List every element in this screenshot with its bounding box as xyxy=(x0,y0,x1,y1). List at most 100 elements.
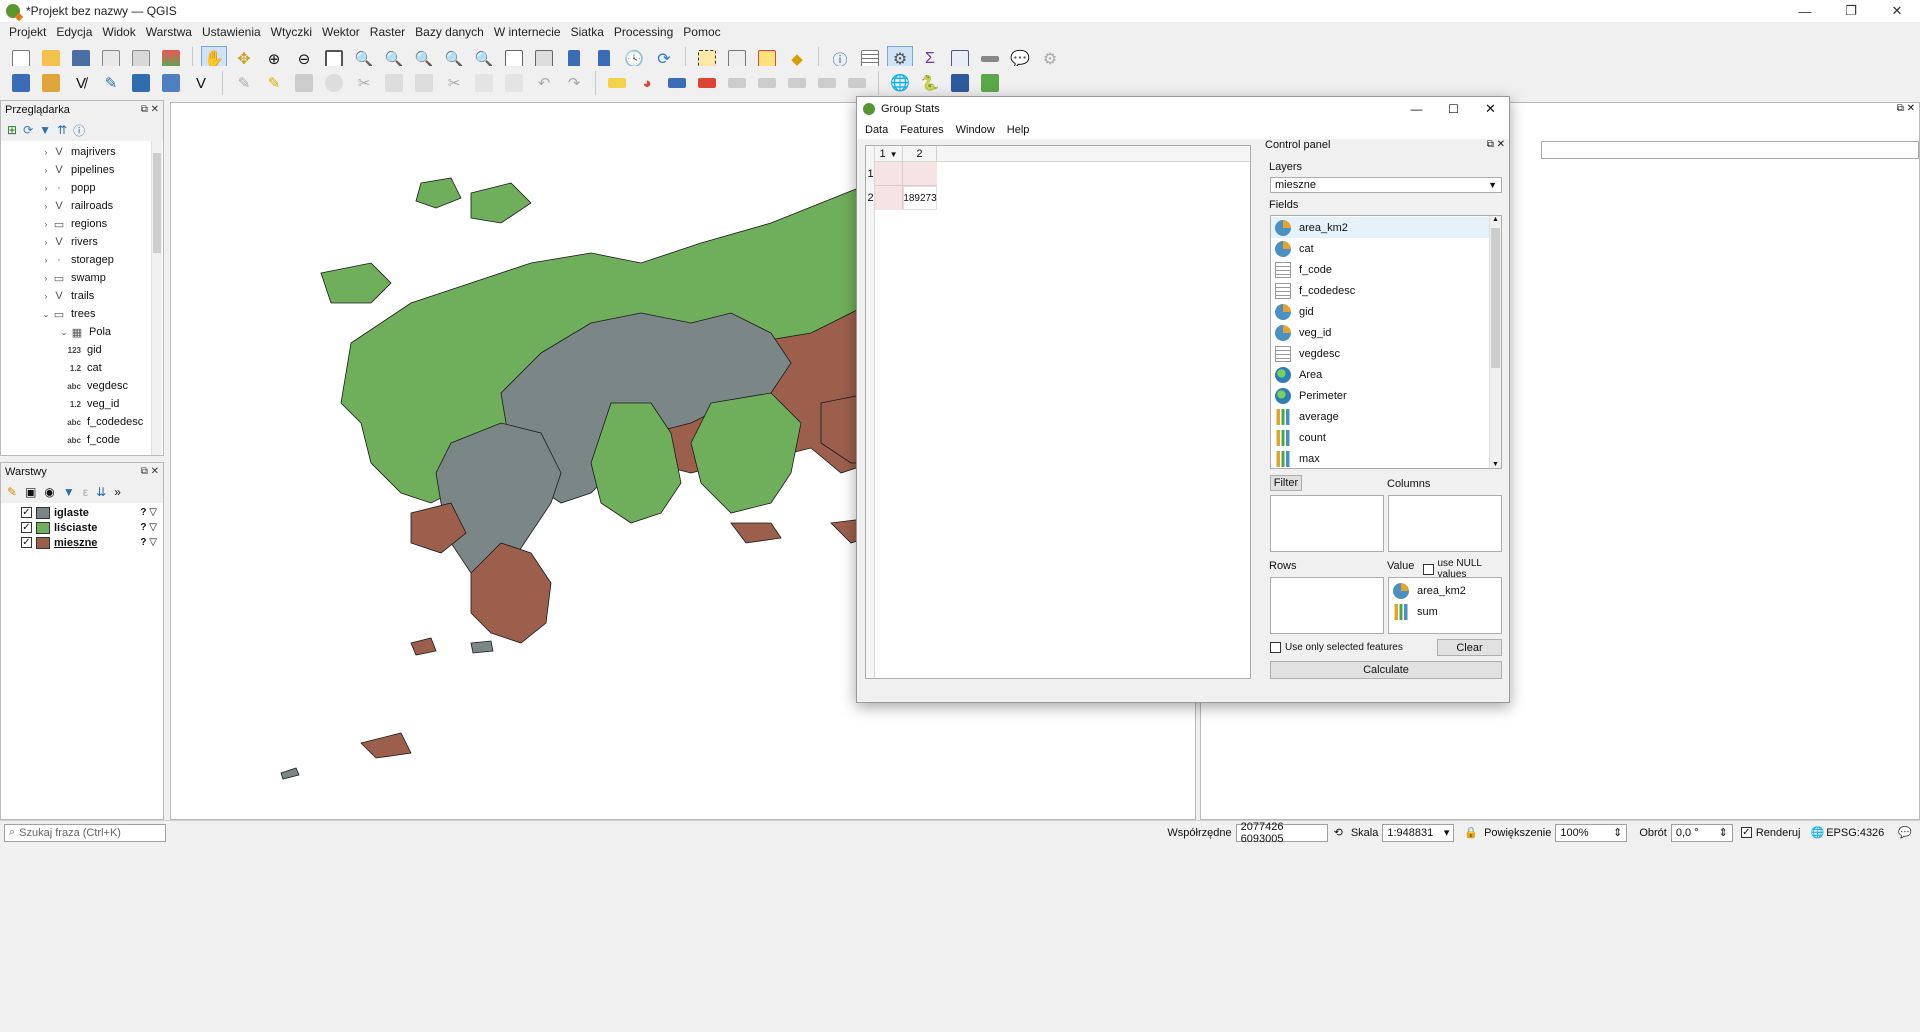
expand-caret-icon[interactable]: › xyxy=(41,256,51,265)
row-header-2[interactable]: 2 xyxy=(866,186,875,210)
menu-item[interactable]: Wektor xyxy=(317,25,365,39)
expand-caret-icon[interactable]: › xyxy=(41,202,51,211)
browser-item[interactable]: › Vrailroads xyxy=(1,197,163,215)
field-list-item[interactable]: veg_id xyxy=(1271,322,1489,343)
menu-item[interactable]: Projekt xyxy=(4,25,51,39)
lock-scale-icon[interactable]: 🔒 xyxy=(1464,826,1478,839)
add-raster-layer-icon[interactable] xyxy=(128,70,154,96)
panel-float-close-icon[interactable]: ⧉ ✕ xyxy=(1487,139,1505,150)
minimize-button[interactable]: — xyxy=(1398,97,1435,121)
field-list-item[interactable]: area_km2 xyxy=(1271,217,1489,238)
browser-item[interactable]: › · storagep xyxy=(1,251,163,269)
menu-item[interactable]: Pomoc xyxy=(678,25,725,39)
gs-menu-item[interactable]: Help xyxy=(1003,124,1034,136)
table-cell[interactable] xyxy=(903,162,937,186)
menu-item[interactable]: Raster xyxy=(365,25,410,39)
add-wms-layer-icon[interactable] xyxy=(158,70,184,96)
menu-item[interactable]: Edycja xyxy=(51,25,97,39)
vertex-tool-icon[interactable]: ✂ xyxy=(351,70,377,96)
column-header-1[interactable]: 1 ▼ xyxy=(875,146,903,162)
right-dock-input[interactable] xyxy=(1541,141,1919,159)
expand-caret-icon[interactable]: ⌄ xyxy=(59,328,69,337)
messages-icon[interactable]: 💬 xyxy=(1898,826,1912,839)
field-list-item[interactable]: average xyxy=(1271,406,1489,427)
pin-labels-icon[interactable] xyxy=(664,70,690,96)
zoom-spinbox[interactable]: 100% ⇕ xyxy=(1555,823,1628,842)
menu-item[interactable]: Siatka xyxy=(566,25,609,39)
panel-float-close-icon[interactable]: ⧉ ✕ xyxy=(1897,103,1915,114)
results-table[interactable]: 1 ▼ 2 1 2 189273 xyxy=(865,145,1251,679)
toggle-editing-icon[interactable]: ✎ xyxy=(261,70,287,96)
crs-icon[interactable]: 🌐 xyxy=(1811,826,1825,839)
expand-caret-icon[interactable]: › xyxy=(41,220,51,229)
crs-label[interactable]: EPSG:4326 xyxy=(1826,827,1884,839)
menu-item[interactable]: W internecie xyxy=(489,25,566,39)
browser-item[interactable]: ⌄ ▭ trees xyxy=(1,305,163,323)
use-null-values-checkbox[interactable] xyxy=(1423,563,1434,575)
field-item[interactable]: 1.2 veg_id xyxy=(1,395,163,413)
table-cell[interactable] xyxy=(875,186,903,210)
browser-item[interactable]: › ▭ regions xyxy=(1,215,163,233)
layer-select[interactable]: mieszne ▼ xyxy=(1270,177,1502,193)
browser-item[interactable]: › ▭ swamp xyxy=(1,269,163,287)
field-list-item[interactable]: Area xyxy=(1271,364,1489,385)
expand-caret-icon[interactable]: › xyxy=(41,166,51,175)
copy-features-icon[interactable] xyxy=(471,70,497,96)
browser-item[interactable]: › Vmajrivers xyxy=(1,143,163,161)
filter-legend-icon[interactable]: ▼ xyxy=(63,485,75,499)
highlight-labels-icon[interactable] xyxy=(694,70,720,96)
browser-scrollbar[interactable] xyxy=(151,141,162,455)
show-hide-labels-icon[interactable] xyxy=(814,70,840,96)
delete-selected-icon[interactable] xyxy=(411,70,437,96)
gs-menu-item[interactable]: Features xyxy=(896,124,947,136)
label-toolbar-icon[interactable] xyxy=(604,70,630,96)
data-source-manager-icon[interactable] xyxy=(8,70,34,96)
use-selected-checkbox[interactable] xyxy=(1270,642,1281,653)
new-shapefile-layer-icon[interactable]: ✎ xyxy=(98,70,124,96)
field-item[interactable]: abc vegdesc xyxy=(1,377,163,395)
menu-item[interactable]: Widok xyxy=(97,25,140,39)
minimize-button[interactable]: — xyxy=(1782,0,1828,22)
clear-button[interactable]: Clear xyxy=(1437,639,1502,656)
field-item[interactable]: abc f_code xyxy=(1,431,163,449)
field-list-item[interactable]: vegdesc xyxy=(1271,343,1489,364)
fields-scrollbar[interactable]: ▲ ▼ xyxy=(1489,216,1501,468)
properties-icon[interactable]: ⓘ xyxy=(73,122,85,139)
filter-expression-icon[interactable]: ε xyxy=(83,485,88,499)
field-list-item[interactable]: f_code xyxy=(1271,259,1489,280)
browser-item[interactable]: › Vpipelines xyxy=(1,161,163,179)
layer-visibility-checkbox[interactable]: ✓ xyxy=(21,507,32,518)
filter-button[interactable]: Filter xyxy=(1270,475,1302,491)
filter-icon[interactable]: ▽ xyxy=(147,537,157,548)
menu-item[interactable]: Wtyczki xyxy=(266,25,317,39)
move-label-icon[interactable] xyxy=(724,70,750,96)
value-list-item[interactable]: sum xyxy=(1389,601,1501,622)
save-edits-icon[interactable] xyxy=(291,70,317,96)
diagram-icon[interactable]: ◕ xyxy=(634,70,660,96)
field-list-item[interactable]: f_codedesc xyxy=(1271,280,1489,301)
layer-item[interactable]: ✓ mieszne ? ▽ xyxy=(1,535,163,550)
paste-features-icon[interactable] xyxy=(501,70,527,96)
rows-drop-box[interactable] xyxy=(1270,577,1384,634)
add-group-icon[interactable]: ▣ xyxy=(25,485,36,499)
rotate-label-icon[interactable] xyxy=(754,70,780,96)
filter-drop-box[interactable] xyxy=(1270,495,1384,552)
row-header-1[interactable]: 1 xyxy=(866,162,875,186)
browser-item[interactable]: › Vtrails xyxy=(1,287,163,305)
more-icon[interactable]: » xyxy=(114,485,121,499)
close-button[interactable]: ✕ xyxy=(1874,0,1920,22)
expand-caret-icon[interactable]: › xyxy=(41,238,51,247)
columns-drop-box[interactable] xyxy=(1388,495,1502,552)
collapse-all-icon[interactable]: ⇈ xyxy=(57,123,67,137)
maximize-button[interactable]: ❐ xyxy=(1828,0,1874,22)
add-selected-layers-icon[interactable]: ⊞ xyxy=(7,123,17,137)
change-label-icon[interactable] xyxy=(784,70,810,96)
expand-caret-icon[interactable]: › xyxy=(41,274,51,283)
globe-plugin-icon[interactable]: 🌐 xyxy=(887,70,913,96)
layer-styling-icon[interactable]: ✎ xyxy=(7,485,17,499)
menu-item[interactable]: Ustawienia xyxy=(197,25,266,39)
expand-caret-icon[interactable]: › xyxy=(41,148,51,157)
expand-caret-icon[interactable]: › xyxy=(41,292,51,301)
locator-search-input[interactable]: ⌕ Szukaj fraza (Ctrl+K) xyxy=(4,823,166,842)
gs-menu-item[interactable]: Data xyxy=(861,124,892,136)
